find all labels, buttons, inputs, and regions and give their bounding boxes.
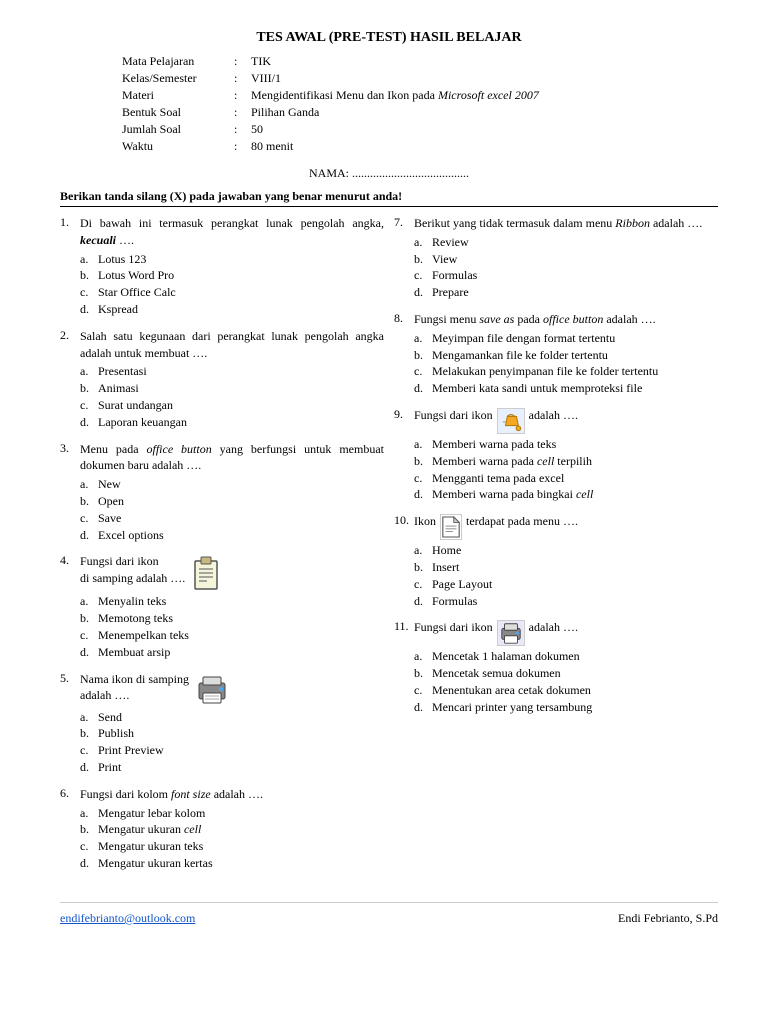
clipboard-icon (191, 555, 221, 591)
option-9c: c.Mengganti tema pada excel (414, 470, 718, 487)
question-9: 9. Fungsi dari ikon adalah …. (394, 407, 718, 503)
option-4d: d.Membuat arsip (80, 644, 384, 661)
option-3c: c.Save (80, 510, 384, 527)
option-1a: a.Lotus 123 (80, 251, 384, 268)
option-4c: c.Menempelkan teks (80, 627, 384, 644)
option-10c: c.Page Layout (414, 576, 718, 593)
questions-container: 1. Di bawah ini termasuk perangkat lunak… (60, 215, 718, 882)
meta-waktu-value: 80 menit (251, 139, 539, 154)
col-right: 7. Berikut yang tidak termasuk dalam men… (394, 215, 718, 882)
option-8c: c.Melakukan penyimpanan file ke folder t… (414, 363, 718, 380)
question-1: 1. Di bawah ini termasuk perangkat lunak… (60, 215, 384, 318)
question-5: 5. Nama ikon di sampingadalah …. (60, 671, 384, 776)
meta-mata-label: Mata Pelajaran (122, 54, 232, 69)
col-left: 1. Di bawah ini termasuk perangkat lunak… (60, 215, 384, 882)
option-11c: c.Menentukan area cetak dokumen (414, 682, 718, 699)
option-2b: b.Animasi (80, 380, 384, 397)
meta-bentuk-label: Bentuk Soal (122, 105, 232, 120)
option-10b: b.Insert (414, 559, 718, 576)
options-6: a.Mengatur lebar kolom b.Mengatur ukuran… (80, 805, 384, 872)
footer-email[interactable]: endifebrianto@outlook.com (60, 911, 195, 926)
meta-kelas-value: VIII/1 (251, 71, 539, 86)
paint-bucket-icon (497, 408, 525, 434)
option-8a: a.Meyimpan file dengan format tertentu (414, 330, 718, 347)
option-4b: b.Memotong teks (80, 610, 384, 627)
option-11b: b.Mencetak semua dokumen (414, 665, 718, 682)
option-5b: b.Publish (80, 725, 384, 742)
option-3b: b.Open (80, 493, 384, 510)
meta-jumlah-value: 50 (251, 122, 539, 137)
option-5a: a.Send (80, 709, 384, 726)
options-11: a.Mencetak 1 halaman dokumen b.Mencetak … (414, 648, 718, 715)
option-7c: c.Formulas (414, 267, 718, 284)
option-8d: d.Memberi kata sandi untuk memproteksi f… (414, 380, 718, 397)
option-6a: a.Mengatur lebar kolom (80, 805, 384, 822)
options-5: a.Send b.Publish c.Print Preview d.Print (80, 709, 384, 776)
option-7d: d.Prepare (414, 284, 718, 301)
option-4a: a.Menyalin teks (80, 593, 384, 610)
option-9b: b.Memberi warna pada cell terpilih (414, 453, 718, 470)
option-10a: a.Home (414, 542, 718, 559)
option-6d: d.Mengatur ukuran kertas (80, 855, 384, 872)
options-8: a.Meyimpan file dengan format tertentu b… (414, 330, 718, 397)
option-2a: a.Presentasi (80, 363, 384, 380)
option-7b: b.View (414, 251, 718, 268)
options-9: a.Memberi warna pada teks b.Memberi warn… (414, 436, 718, 503)
footer: endifebrianto@outlook.com Endi Febrianto… (60, 902, 718, 926)
meta-mata-value: TIK (251, 54, 539, 69)
option-7a: a.Review (414, 234, 718, 251)
question-4: 4. Fungsi dari ikondi samping adalah …. (60, 553, 384, 660)
option-2c: c.Surat undangan (80, 397, 384, 414)
instruction: Berikan tanda silang (X) pada jawaban ya… (60, 189, 718, 207)
option-10d: d.Formulas (414, 593, 718, 610)
new-doc-icon (440, 514, 462, 540)
question-7: 7. Berikut yang tidak termasuk dalam men… (394, 215, 718, 301)
option-6c: c.Mengatur ukuran teks (80, 838, 384, 855)
options-2: a.Presentasi b.Animasi c.Surat undangan … (80, 363, 384, 430)
option-3a: a.New (80, 476, 384, 493)
meta-kelas-label: Kelas/Semester (122, 71, 232, 86)
option-3d: d.Excel options (80, 527, 384, 544)
page-title: TES AWAL (PRE-TEST) HASIL BELAJAR (60, 30, 718, 46)
print-icon (497, 620, 525, 646)
nama-line: NAMA: ..................................… (60, 166, 718, 181)
question-2: 2. Salah satu kegunaan dari perangkat lu… (60, 328, 384, 431)
option-2d: d.Laporan keuangan (80, 414, 384, 431)
footer-name: Endi Febrianto, S.Pd (618, 911, 718, 926)
printer-icon (195, 673, 229, 707)
option-9a: a.Memberi warna pada teks (414, 436, 718, 453)
options-3: a.New b.Open c.Save d.Excel options (80, 476, 384, 543)
meta-waktu-label: Waktu (122, 139, 232, 154)
question-3: 3. Menu pada office button yang berfungs… (60, 441, 384, 544)
options-7: a.Review b.View c.Formulas d.Prepare (414, 234, 718, 301)
question-8: 8. Fungsi menu save as pada office butto… (394, 311, 718, 397)
option-9d: d.Memberi warna pada bingkai cell (414, 486, 718, 503)
meta-info: Mata Pelajaran : TIK Kelas/Semester : VI… (120, 52, 541, 156)
meta-materi-label: Materi (122, 88, 232, 103)
options-10: a.Home b.Insert c.Page Layout d.Formulas (414, 542, 718, 609)
meta-materi-value: Mengidentifikasi Menu dan Ikon pada Micr… (251, 88, 539, 103)
meta-bentuk-value: Pilihan Ganda (251, 105, 539, 120)
meta-jumlah-label: Jumlah Soal (122, 122, 232, 137)
options-1: a.Lotus 123 b.Lotus Word Pro c.Star Offi… (80, 251, 384, 318)
option-5d: d.Print (80, 759, 384, 776)
option-1c: c.Star Office Calc (80, 284, 384, 301)
option-1b: b.Lotus Word Pro (80, 267, 384, 284)
question-11: 11. Fungsi dari ikon adalah …. (394, 619, 718, 715)
options-4: a.Menyalin teks b.Memotong teks c.Menemp… (80, 593, 384, 660)
question-10: 10. Ikon terdapat pada menu …. (394, 513, 718, 609)
option-8b: b.Mengamankan file ke folder tertentu (414, 347, 718, 364)
option-5c: c.Print Preview (80, 742, 384, 759)
option-11d: d.Mencari printer yang tersambung (414, 699, 718, 716)
option-6b: b.Mengatur ukuran cell (80, 821, 384, 838)
option-1d: d.Kspread (80, 301, 384, 318)
question-6: 6. Fungsi dari kolom font size adalah ….… (60, 786, 384, 872)
option-11a: a.Mencetak 1 halaman dokumen (414, 648, 718, 665)
